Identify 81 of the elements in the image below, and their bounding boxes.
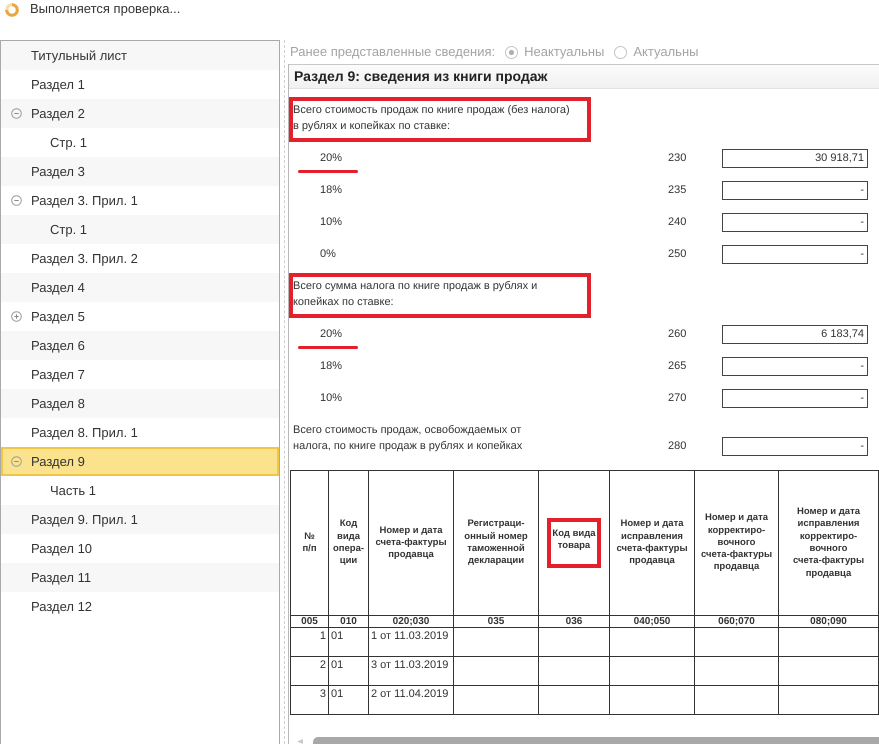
table-cell: 01 (328, 628, 368, 656)
rate-label: 20% (320, 150, 342, 166)
scroll-left-icon[interactable] (297, 739, 303, 744)
tree-item[interactable]: Стр. 1 (1, 128, 279, 157)
plus-circle-icon[interactable] (11, 311, 22, 322)
field-label: Ранее представленные сведения: (290, 43, 496, 62)
tree-item[interactable]: Раздел 9. Прил. 1 (1, 505, 279, 534)
amount-field[interactable]: - (722, 437, 868, 456)
tree-item[interactable]: Раздел 3. Прил. 2 (1, 244, 279, 273)
tree-item[interactable]: Стр. 1 (1, 215, 279, 244)
minus-circle-icon[interactable] (11, 195, 22, 206)
group-label: Всего стоимость продаж по книге продаж (без налога) в рублях и копейках по ставке: (293, 103, 571, 134)
group-label: Всего стоимость продаж, освобождаемых от налога, по книге продаж в рублях и копейках (293, 423, 524, 454)
amount-field[interactable]: - (722, 212, 868, 232)
group-label: Всего сумма налога по книге продаж в рублях и копейках по ставке: (293, 279, 538, 310)
tree-item[interactable]: Раздел 12 (1, 592, 279, 621)
tree-item[interactable]: Раздел 3 (1, 157, 279, 186)
line-code: 235 (668, 183, 688, 198)
table-cell: 2 (290, 656, 328, 686)
tree-item[interactable]: Раздел 2 (1, 99, 279, 128)
column-code: 010 (328, 616, 368, 628)
table-cell: 3 от 11.03.2019 (368, 656, 454, 686)
amount-field[interactable]: - (722, 244, 868, 264)
rate-label: 18% (320, 358, 342, 374)
rate-label: 18% (320, 182, 342, 198)
amount-field[interactable]: 30 918,71 (722, 148, 868, 168)
scrollbar-thumb[interactable] (313, 737, 879, 744)
column-header: Код вида опера- ции (332, 518, 366, 568)
table-cell: 3 (290, 686, 328, 714)
status-text: Выполняется проверка... (30, 0, 180, 17)
table-cell: 2 от 11.04.2019 (368, 686, 454, 714)
minus-circle-icon[interactable] (11, 456, 22, 467)
minus-circle-icon[interactable] (11, 108, 22, 119)
tree-item[interactable]: Раздел 4 (1, 273, 279, 302)
tree-item[interactable]: Раздел 8. Прил. 1 (1, 418, 279, 447)
table-cell: 01 (328, 656, 368, 686)
line-code: 260 (668, 327, 688, 342)
column-header: Номер и дата корректиро- вочного счета-фактуры продавца (700, 512, 774, 574)
tree-item[interactable]: Раздел 10 (1, 534, 279, 563)
amount-field[interactable]: 6 183,74 (722, 324, 868, 344)
rate-label: 20% (320, 326, 342, 342)
column-code: 060;070 (694, 616, 778, 628)
tree-item[interactable]: Раздел 8 (1, 389, 279, 418)
tree-item[interactable]: Раздел 3. Прил. 1 (1, 186, 279, 215)
column-header: Номер и дата счета-фактуры продавца (374, 524, 448, 562)
spinner-icon (5, 3, 19, 17)
amount-field[interactable]: - (722, 180, 868, 200)
line-code: 265 (668, 359, 688, 374)
column-header: Регистраци- онный номер таможенной декларации (463, 518, 529, 568)
line-code: 280 (668, 439, 688, 454)
table-cell: 1 от 11.03.2019 (368, 628, 454, 656)
line-code: 250 (668, 247, 688, 262)
line-code: 230 (668, 151, 688, 166)
column-code: 035 (454, 616, 538, 628)
column-code: 040;050 (610, 616, 694, 628)
amount-field[interactable]: - (722, 356, 868, 376)
column-header: № п/п (301, 530, 318, 556)
column-header: Код вида товара (552, 528, 596, 552)
column-code: 036 (538, 616, 610, 628)
column-code: 020;030 (368, 616, 454, 628)
table-cell: 1 (290, 628, 328, 656)
tree-item[interactable]: Раздел 7 (1, 360, 279, 389)
tree-item[interactable]: Раздел 9 (1, 447, 279, 476)
tree-item[interactable]: Раздел 1 (1, 70, 279, 99)
column-header: Номер и дата исправления счета-фактуры продавца (615, 518, 689, 568)
rate-label: 10% (320, 390, 342, 406)
rate-label: 0% (320, 246, 336, 262)
tree-item[interactable]: Раздел 5 (1, 302, 279, 331)
tree-item[interactable]: Раздел 6 (1, 331, 279, 360)
rate-label: 10% (320, 214, 342, 230)
table-cell: 01 (328, 686, 368, 714)
amount-field[interactable]: - (722, 388, 868, 408)
column-code: 080;090 (778, 616, 878, 628)
line-code: 270 (668, 391, 688, 406)
line-code: 240 (668, 215, 688, 230)
tree-item[interactable]: Раздел 11 (1, 563, 279, 592)
tree-item[interactable]: Титульный лист (1, 41, 279, 70)
column-header: Номер и дата исправления корректиро- вочного счета-фактуры продавца (792, 506, 866, 580)
tree-item[interactable]: Часть 1 (1, 476, 279, 505)
column-code: 005 (290, 616, 328, 628)
form-title: Раздел 9: сведения из книги продаж (289, 64, 879, 89)
